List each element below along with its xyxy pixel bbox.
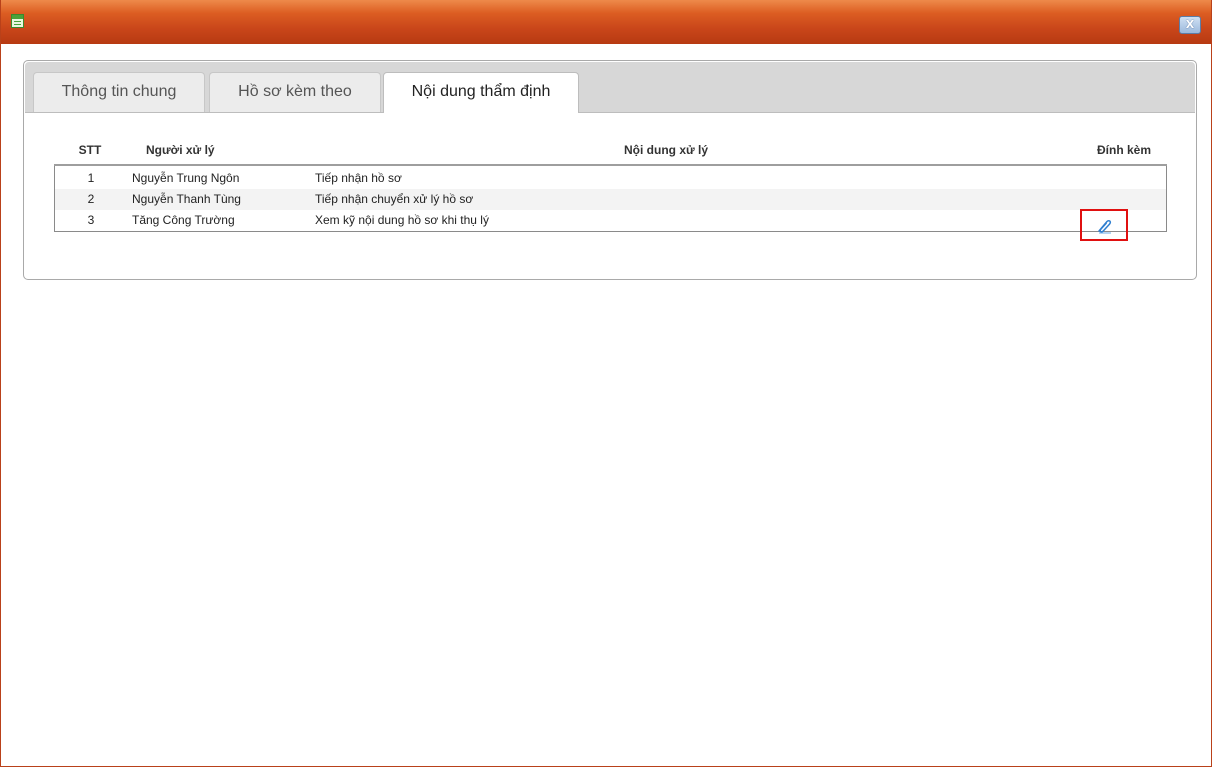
column-header-user[interactable]: Người xử lý [146,136,311,164]
paperclip-icon[interactable] [1095,218,1113,234]
row-user: Nguyễn Thanh Tùng [132,192,241,206]
close-button[interactable]: X [1179,16,1201,34]
row-stt: 3 [87,213,95,227]
dialog-app-icon [11,14,24,28]
tab-panel: Thông tin chung Hồ sơ kèm theo Nội dung … [23,60,1197,280]
processing-grid: STT Người xử lý Nội dung xử lý Đính kèm … [54,136,1167,241]
title-bar[interactable]: X [1,0,1211,44]
column-header-stt[interactable]: STT [54,136,126,164]
dialog-window: X Thông tin chung Hồ sơ kèm theo Nội dun… [0,0,1212,767]
row-content: Tiếp nhận chuyển xử lý hồ sơ [315,192,474,206]
grid-body: 1 Nguyễn Trung Ngôn Tiếp nhận hồ sơ 2 Ng… [54,166,1167,241]
tab-noi-dung-tham-dinh[interactable]: Nội dung thẩm định [383,72,579,113]
column-header-content[interactable]: Nội dung xử lý [624,136,708,164]
table-row[interactable]: 3 Tăng Công Trường Xem kỹ nội dung hồ sơ… [55,209,1166,241]
tab-ho-so-kem-theo[interactable]: Hồ sơ kèm theo [209,72,381,112]
table-row[interactable]: 2 Nguyễn Thanh Tùng Tiếp nhận chuyển xử … [55,189,1166,210]
row-content: Tiếp nhận hồ sơ [315,171,402,185]
row-user: Tăng Công Trường [132,213,235,227]
row-stt: 1 [87,171,95,185]
row-user: Nguyễn Trung Ngôn [132,171,240,185]
column-header-attachment[interactable]: Đính kèm [1084,136,1164,164]
grid-header: STT Người xử lý Nội dung xử lý Đính kèm [54,136,1167,166]
attachment-highlight [1080,209,1128,241]
row-content: Xem kỹ nội dung hồ sơ khi thụ lý [315,213,489,227]
row-stt: 2 [87,192,95,206]
table-row[interactable]: 1 Nguyễn Trung Ngôn Tiếp nhận hồ sơ [55,168,1166,189]
tab-thong-tin-chung[interactable]: Thông tin chung [33,72,205,112]
tab-bar: Thông tin chung Hồ sơ kèm theo Nội dung … [25,62,1195,113]
